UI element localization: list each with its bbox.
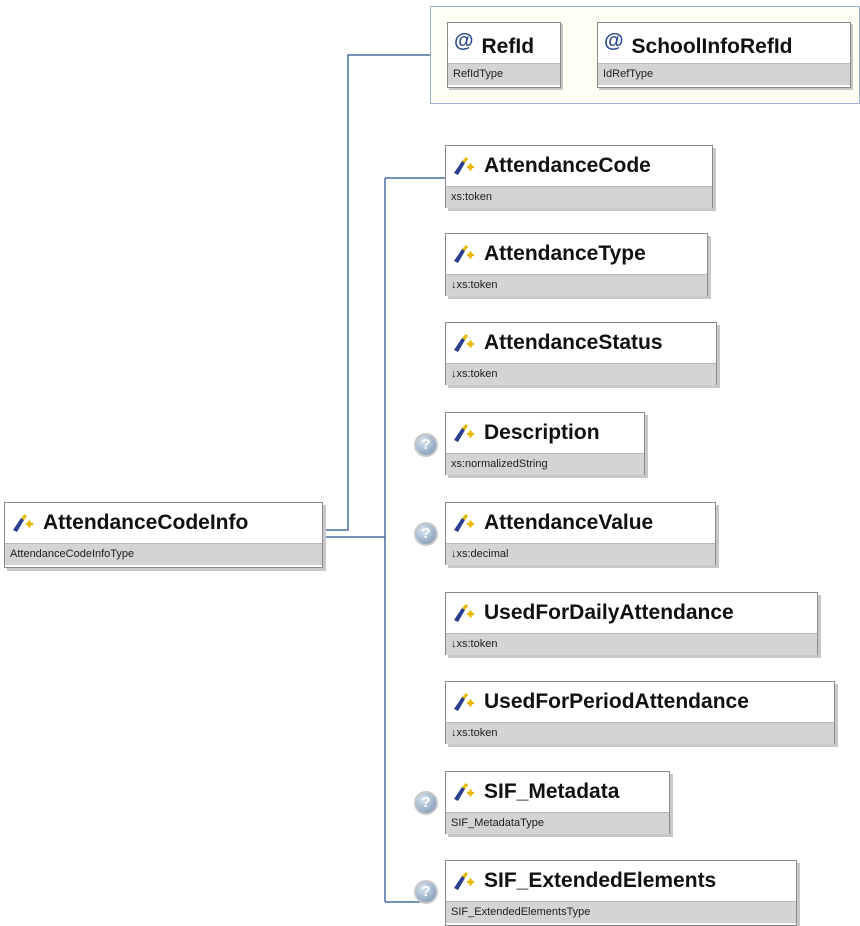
element-icon — [454, 604, 474, 622]
element-sif-metadata[interactable]: SIF_Metadata SIF_MetadataType — [445, 771, 670, 834]
element-icon — [454, 783, 474, 801]
element-attendance-code[interactable]: AttendanceCode xs:token — [445, 145, 713, 208]
attribute-type: RefIdType — [448, 63, 560, 85]
optional-icon: ? — [414, 522, 438, 546]
connector-lines — [323, 54, 445, 903]
root-element-name: AttendanceCodeInfo — [43, 511, 249, 534]
element-icon — [13, 514, 33, 532]
optional-icon: ? — [414, 433, 438, 457]
element-type: ↓xs:decimal — [446, 543, 715, 565]
element-attendance-value[interactable]: AttendanceValue ↓xs:decimal — [445, 502, 716, 565]
element-name: AttendanceStatus — [484, 331, 663, 354]
root-element[interactable]: AttendanceCodeInfo AttendanceCodeInfoTyp… — [4, 502, 323, 568]
attribute-refid[interactable]: @ RefId RefIdType — [447, 22, 561, 88]
element-description[interactable]: Description xs:normalizedString — [445, 412, 645, 475]
element-name: UsedForPeriodAttendance — [484, 690, 749, 713]
attribute-connector — [323, 54, 430, 531]
element-icon — [454, 514, 474, 532]
optional-icon: ? — [414, 880, 438, 904]
element-type: ↓xs:token — [446, 633, 817, 655]
attribute-name: SchoolInfoRefId — [631, 35, 793, 58]
attribute-icon: @ — [454, 30, 474, 52]
element-type: ↓xs:token — [446, 363, 716, 385]
attribute-name: RefId — [481, 35, 535, 58]
element-name: AttendanceType — [484, 242, 646, 265]
optional-icon: ? — [414, 791, 438, 815]
element-type: xs:token — [446, 186, 712, 208]
element-used-for-period-attendance[interactable]: UsedForPeriodAttendance ↓xs:token — [445, 681, 835, 744]
element-icon — [454, 424, 474, 442]
element-type: xs:normalizedString — [446, 453, 644, 475]
element-type: SIF_MetadataType — [446, 812, 669, 834]
element-icon — [454, 872, 474, 890]
element-attendance-type[interactable]: AttendanceType ↓xs:token — [445, 233, 708, 296]
element-name: AttendanceCode — [484, 154, 651, 177]
element-name: UsedForDailyAttendance — [484, 601, 734, 624]
attribute-type: IdRefType — [598, 63, 850, 85]
element-used-for-daily-attendance[interactable]: UsedForDailyAttendance ↓xs:token — [445, 592, 818, 655]
element-name: SIF_ExtendedElements — [484, 869, 717, 892]
attribute-icon: @ — [604, 30, 624, 52]
element-name: Description — [484, 421, 600, 444]
element-icon — [454, 157, 474, 175]
element-icon — [454, 693, 474, 711]
element-sif-extended-elements[interactable]: SIF_ExtendedElements SIF_ExtendedElement… — [445, 860, 797, 926]
attribute-schoolinforefid[interactable]: @ SchoolInfoRefId IdRefType — [597, 22, 851, 88]
element-name: AttendanceValue — [484, 511, 654, 534]
element-type: ↓xs:token — [446, 274, 707, 296]
element-name: SIF_Metadata — [484, 780, 620, 803]
element-type: ↓xs:token — [446, 722, 834, 744]
attribute-group: @ RefId RefIdType @ SchoolInfoRefId IdRe… — [430, 6, 860, 104]
element-attendance-status[interactable]: AttendanceStatus ↓xs:token — [445, 322, 717, 385]
root-element-type: AttendanceCodeInfoType — [5, 543, 322, 565]
element-icon — [454, 334, 474, 352]
element-icon — [454, 245, 474, 263]
element-type: SIF_ExtendedElementsType — [446, 901, 796, 923]
